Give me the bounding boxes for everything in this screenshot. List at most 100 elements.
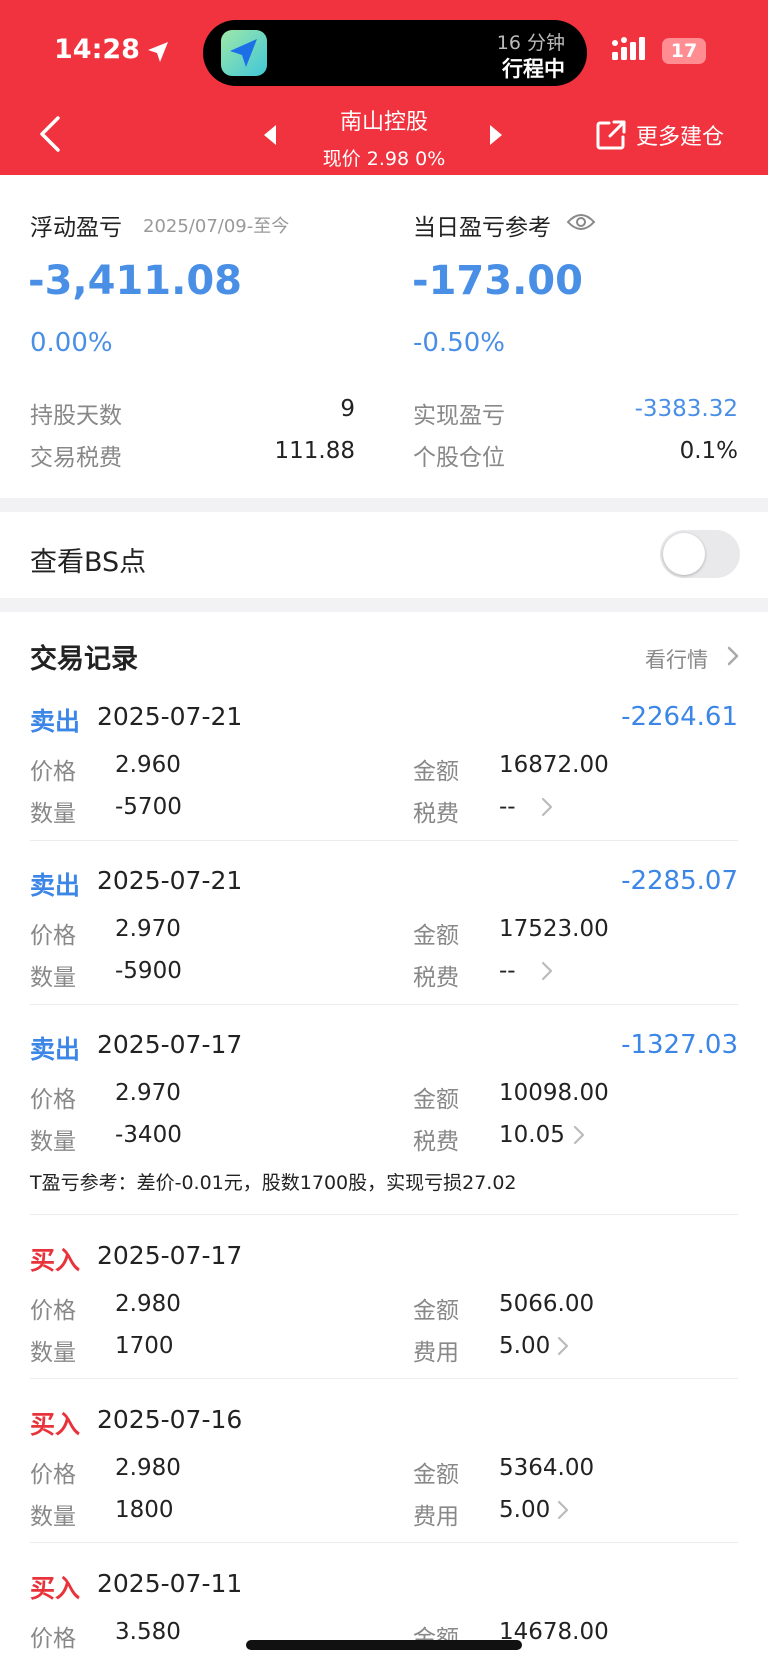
battery-indicator: 17 [662, 38, 706, 64]
quantity-value: 1700 [115, 1333, 174, 1359]
record-type: 卖出 [30, 707, 81, 736]
price-label: 价格 [30, 1298, 76, 1324]
record-pl: -2264.61 [621, 702, 738, 732]
toggle-knob [663, 533, 705, 575]
price-label: 价格 [30, 759, 76, 785]
section-divider [0, 598, 768, 612]
more-positions-label: 更多建仓 [636, 125, 725, 150]
record-date: 2025-07-21 [97, 866, 243, 895]
amount-value: 16872.00 [499, 752, 609, 778]
amount-label: 金额 [413, 923, 459, 949]
daily-pl-label: 当日盈亏参考 [413, 215, 551, 241]
view-market-link[interactable]: 看行情 [645, 644, 708, 674]
tax-label: 税费 [413, 965, 459, 991]
record-type: 买入 [30, 1410, 81, 1439]
island-duration: 16 分钟 [496, 32, 565, 54]
price-value: 2.960 [115, 752, 181, 778]
price-value: 2.970 [115, 916, 181, 942]
quantity-value: -3400 [115, 1122, 182, 1148]
row-divider [30, 1214, 738, 1215]
island-status: 行程中 [502, 57, 565, 81]
tax-value[interactable]: -- [499, 958, 516, 984]
row-divider [30, 1004, 738, 1005]
amount-value: 10098.00 [499, 1080, 609, 1106]
amount-value: 5066.00 [499, 1291, 595, 1317]
fee-label: 交易税费 [30, 445, 122, 471]
record-type: 卖出 [30, 871, 81, 900]
record-pl: -2285.07 [621, 866, 738, 896]
navigation-app-icon [221, 30, 267, 76]
chevron-right-icon[interactable] [572, 1124, 586, 1146]
record-date: 2025-07-21 [97, 702, 243, 731]
floating-pl-percent: 0.00% [30, 328, 113, 358]
tax-label: 税费 [413, 801, 459, 827]
price-value: 3.580 [115, 1619, 181, 1645]
more-positions-button[interactable]: 更多建仓 [594, 118, 724, 152]
amount-label: 金额 [413, 1298, 459, 1324]
chevron-right-icon[interactable] [540, 960, 554, 982]
header: 14:28 16 分钟 行程中 17 南山控股 现价 2.98 0% 更多建仓 [0, 0, 768, 175]
price-label: 价格 [30, 1087, 76, 1113]
quantity-value: 1800 [115, 1497, 174, 1523]
floating-pl-value: -3,411.08 [28, 258, 242, 304]
eye-icon[interactable] [566, 212, 596, 232]
fee-label: 费用 [413, 1340, 459, 1366]
bs-points-toggle[interactable] [660, 530, 740, 578]
fee-label: 费用 [413, 1504, 459, 1530]
next-stock-icon[interactable] [488, 124, 504, 146]
position-value: 0.1% [679, 438, 738, 464]
external-link-icon [596, 120, 626, 150]
price-label: 价格 [30, 923, 76, 949]
date-range: 2025/07/09-至今 [143, 216, 290, 237]
fee-value[interactable]: 5.00 [499, 1333, 550, 1359]
bs-points-label: 查看BS点 [30, 547, 147, 578]
quantity-value: -5700 [115, 794, 182, 820]
quantity-label: 数量 [30, 1340, 76, 1366]
quantity-label: 数量 [30, 1504, 76, 1530]
floating-pl-label: 浮动盈亏 [30, 215, 122, 241]
record-date: 2025-07-17 [97, 1030, 243, 1059]
dynamic-island[interactable]: 16 分钟 行程中 [203, 20, 587, 86]
amount-label: 金额 [413, 1462, 459, 1488]
row-divider [30, 1542, 738, 1543]
fee-value[interactable]: 5.00 [499, 1497, 550, 1523]
quantity-label: 数量 [30, 965, 76, 991]
record-date: 2025-07-17 [97, 1241, 243, 1270]
record-type: 卖出 [30, 1035, 81, 1064]
price-value: 2.980 [115, 1455, 181, 1481]
records-title: 交易记录 [30, 644, 138, 675]
tax-value[interactable]: 10.05 [499, 1122, 565, 1148]
location-arrow-icon [148, 42, 168, 62]
chevron-right-icon[interactable] [540, 796, 554, 818]
record-date: 2025-07-11 [97, 1569, 243, 1598]
record-type: 买入 [30, 1574, 81, 1603]
quantity-value: -5900 [115, 958, 182, 984]
chevron-right-icon[interactable] [556, 1335, 570, 1357]
daily-pl-percent: -0.50% [413, 328, 505, 358]
record-type: 买入 [30, 1246, 81, 1275]
hold-days-value: 9 [340, 396, 355, 422]
daily-pl-value: -173.00 [412, 258, 583, 304]
price-label: 价格 [30, 1462, 76, 1488]
price-value: 2.970 [115, 1080, 181, 1106]
amount-label: 金额 [413, 759, 459, 785]
tax-label: 税费 [413, 1129, 459, 1155]
t-trade-note: T盈亏参考：差价-0.01元，股数1700股，实现亏损27.02 [30, 1172, 517, 1194]
amount-value: 5364.00 [499, 1455, 595, 1481]
quantity-label: 数量 [30, 1129, 76, 1155]
tax-value[interactable]: -- [499, 794, 516, 820]
row-divider [30, 840, 738, 841]
section-divider [0, 498, 768, 512]
status-time: 14:28 [54, 34, 140, 65]
fee-value: 111.88 [274, 438, 355, 464]
price-label: 价格 [30, 1626, 76, 1652]
chevron-right-icon[interactable] [726, 645, 740, 667]
realized-pl-value: -3383.32 [634, 396, 738, 422]
hold-days-label: 持股天数 [30, 403, 122, 429]
position-label: 个股仓位 [413, 445, 505, 471]
realized-pl-label: 实现盈亏 [413, 403, 505, 429]
chevron-right-icon[interactable] [556, 1499, 570, 1521]
record-pl: -1327.03 [621, 1030, 738, 1060]
amount-value: 17523.00 [499, 916, 609, 942]
home-indicator[interactable] [246, 1640, 522, 1650]
